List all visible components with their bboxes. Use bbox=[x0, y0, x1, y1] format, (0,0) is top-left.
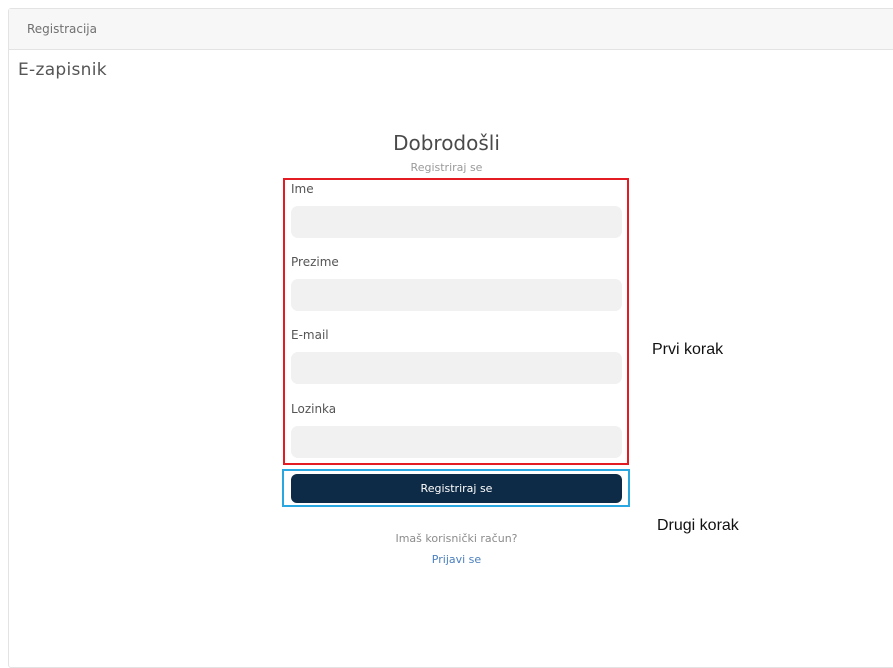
have-account-text: Imaš korisnički račun? bbox=[395, 532, 518, 545]
page-header: Registracija bbox=[9, 9, 893, 50]
email-label: E-mail bbox=[291, 328, 329, 342]
tab-registracija[interactable]: Registracija bbox=[27, 22, 97, 36]
register-button[interactable]: Registriraj se bbox=[291, 474, 622, 503]
first-name-label: Ime bbox=[291, 182, 314, 196]
first-name-input[interactable] bbox=[291, 206, 622, 238]
login-link[interactable]: Prijavi se bbox=[0, 553, 893, 566]
welcome-heading: Dobrodošli bbox=[393, 131, 500, 155]
last-name-input[interactable] bbox=[291, 279, 622, 311]
last-name-label: Prezime bbox=[291, 255, 339, 269]
step1-annotation: Prvi korak bbox=[652, 341, 724, 358]
password-label: Lozinka bbox=[291, 402, 337, 416]
email-input[interactable] bbox=[291, 352, 622, 384]
password-input[interactable] bbox=[291, 426, 622, 458]
app-title: E-zapisnik bbox=[18, 60, 107, 80]
register-subtitle: Registriraj se bbox=[410, 161, 483, 174]
